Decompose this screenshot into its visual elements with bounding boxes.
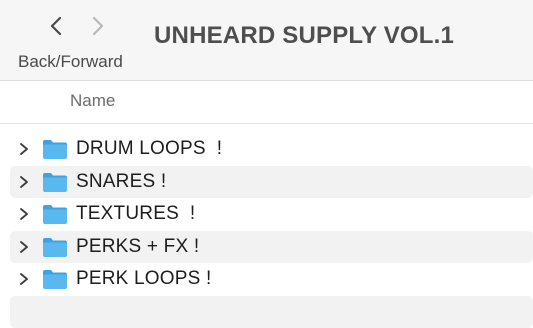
list-item[interactable]: PERKS + FX ! [10, 231, 533, 264]
list-item-label: PERKS + FX ! [76, 236, 199, 258]
chevron-left-icon [50, 16, 62, 36]
toolbar: Back/Forward UNHEARD SUPPLY VOL.1 [0, 0, 533, 81]
disclosure-chevron-icon[interactable] [16, 174, 32, 190]
folder-icon [42, 138, 68, 160]
back-button[interactable] [44, 12, 68, 40]
list-item-label: SNARES ! [76, 171, 166, 193]
column-header: Name [0, 81, 533, 124]
list-item-label: PERK LOOPS ! [76, 268, 211, 290]
list-item[interactable]: TEXTURES ! [10, 198, 533, 231]
forward-button[interactable] [86, 12, 110, 40]
disclosure-chevron-icon[interactable] [16, 206, 32, 222]
disclosure-chevron-icon[interactable] [16, 141, 32, 157]
window-title: UNHEARD SUPPLY VOL.1 [154, 22, 454, 50]
list-item[interactable]: PERK LOOPS ! [10, 263, 533, 296]
disclosure-chevron-icon[interactable] [16, 239, 32, 255]
list-item-label: TEXTURES ! [76, 203, 195, 225]
folder-icon [42, 236, 68, 258]
disclosure-chevron-icon[interactable] [16, 271, 32, 287]
folder-icon [42, 203, 68, 225]
list-item[interactable]: DRUM LOOPS ! [10, 133, 533, 166]
list-item-label: DRUM LOOPS ! [76, 138, 222, 160]
folder-icon [42, 171, 68, 193]
back-forward-label: Back/Forward [18, 52, 123, 72]
file-list: DRUM LOOPS ! SNARES ! TEXTURES ! PERKS +… [10, 133, 533, 328]
list-item[interactable]: SNARES ! [10, 166, 533, 199]
folder-icon [42, 268, 68, 290]
name-column-header[interactable]: Name [70, 91, 115, 111]
empty-row [10, 296, 533, 328]
chevron-right-icon [92, 16, 104, 36]
